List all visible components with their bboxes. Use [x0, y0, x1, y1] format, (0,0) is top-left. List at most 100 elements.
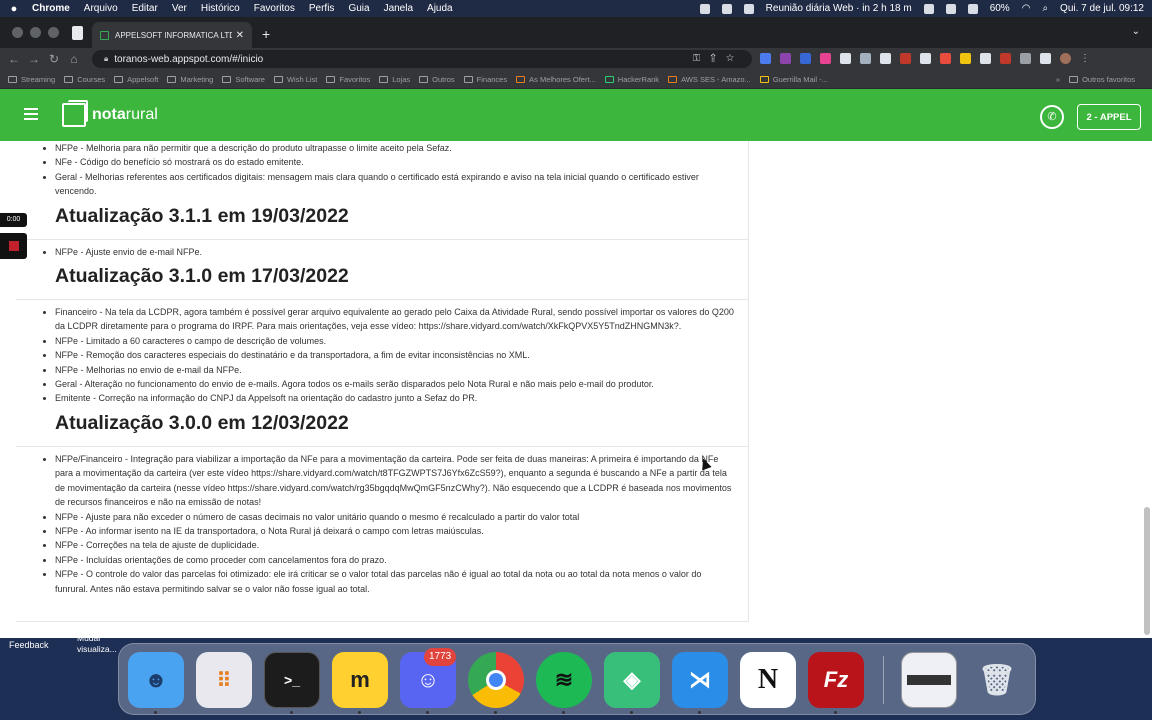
bookmark-folder[interactable]: Lojas: [379, 75, 410, 84]
extension-icon[interactable]: [920, 53, 931, 64]
bookmark-folder[interactable]: Streaming: [8, 75, 55, 84]
bookmark-folder[interactable]: Appelsoft: [114, 75, 158, 84]
whatsapp-icon[interactable]: ✆: [1040, 105, 1064, 129]
calendar-meeting[interactable]: Reunião diária Web · in 2 h 18 m: [766, 3, 912, 14]
extension-icon[interactable]: [900, 53, 911, 64]
filezilla-icon[interactable]: Fz: [808, 652, 864, 708]
home-icon[interactable]: ⌂: [64, 52, 84, 66]
bookmark-link[interactable]: HackerRank: [604, 75, 659, 84]
divider: [16, 445, 748, 447]
bookmark-folder[interactable]: Software: [222, 75, 265, 84]
feedback-link[interactable]: Feedback: [9, 640, 49, 650]
notarural-logo[interactable]: notarural: [92, 106, 158, 124]
reload-icon[interactable]: ↻: [44, 52, 64, 66]
puzzle-icon[interactable]: [1020, 53, 1031, 64]
more-menu-icon[interactable]: ⋮: [1080, 53, 1091, 64]
new-tab-button[interactable]: +: [262, 26, 270, 42]
extension-icon[interactable]: [780, 53, 791, 64]
lock-icon[interactable]: 🔒︎: [104, 54, 108, 64]
sidebar-icon[interactable]: [1040, 53, 1051, 64]
address-bar[interactable]: 🔒︎ toranos-web.appspot.com/#/inicio ⚿⇪☆: [92, 50, 752, 68]
bookmark-folder[interactable]: Marketing: [167, 75, 213, 84]
status-icon[interactable]: [967, 3, 978, 14]
menu-item-guia[interactable]: Guia: [348, 3, 369, 14]
battery-percent[interactable]: 60%: [990, 3, 1010, 14]
extension-icon[interactable]: [820, 53, 831, 64]
running-indicator: [630, 711, 633, 714]
menu-item-perfis[interactable]: Perfis: [309, 3, 335, 14]
zoom-window-button[interactable]: [48, 27, 59, 38]
running-indicator: [494, 711, 497, 714]
finder-icon[interactable]: ☻: [128, 652, 184, 708]
extension-icon[interactable]: [880, 53, 891, 64]
close-tab-icon[interactable]: ✕: [236, 30, 244, 41]
bookmark-folder[interactable]: Favoritos: [326, 75, 370, 84]
wifi-icon[interactable]: ◠: [1022, 3, 1031, 14]
user-company-button[interactable]: 2 - APPEL: [1077, 104, 1141, 130]
bookmark-link[interactable]: AWS SES - Amazo...: [668, 75, 751, 84]
extension-icon[interactable]: [940, 53, 951, 64]
folder-icon: [114, 75, 124, 83]
tab-title: APPELSOFT INFORMATICA LTDA: [115, 30, 232, 40]
bookmark-folder[interactable]: Finances: [463, 75, 507, 84]
back-icon[interactable]: ←: [4, 52, 24, 66]
bookmark-favicon-icon: [759, 75, 769, 83]
chrome-icon[interactable]: [468, 652, 524, 708]
page-scrollbar[interactable]: [1144, 507, 1150, 635]
extension-icon[interactable]: [980, 53, 991, 64]
pinned-tab[interactable]: [72, 26, 83, 40]
menu-item-ajuda[interactable]: Ajuda: [427, 3, 453, 14]
spotify-icon[interactable]: ≋: [536, 652, 592, 708]
terminal-icon[interactable]: >_: [264, 652, 320, 708]
close-window-button[interactable]: [12, 27, 23, 38]
menu-item-historico[interactable]: Histórico: [201, 3, 240, 14]
bookmark-folder[interactable]: Courses: [64, 75, 105, 84]
menu-item-ver[interactable]: Ver: [172, 3, 187, 14]
bookmark-folder[interactable]: Outros: [419, 75, 455, 84]
hamburger-menu-icon[interactable]: [24, 108, 38, 120]
status-icon[interactable]: [743, 3, 754, 14]
extension-icon[interactable]: [760, 53, 771, 64]
miro-icon[interactable]: m: [332, 652, 388, 708]
extension-icon[interactable]: [840, 53, 851, 64]
status-icon[interactable]: [699, 3, 710, 14]
minimized-window-icon[interactable]: [901, 652, 957, 708]
profile-avatar[interactable]: [1060, 53, 1071, 64]
other-bookmarks[interactable]: Outros favoritos: [1069, 75, 1135, 84]
bookmark-link[interactable]: Guerrilla Mail -...: [759, 75, 828, 84]
menu-item-janela[interactable]: Janela: [384, 3, 413, 14]
status-icon[interactable]: [721, 3, 732, 14]
bookmarks-overflow-icon[interactable]: »: [1056, 75, 1060, 84]
changelog-list: NFPe - Ajuste envio de e-mail NFPe.: [16, 245, 748, 259]
notarural-logo-icon[interactable]: [62, 100, 88, 127]
menu-item-favoritos[interactable]: Favoritos: [254, 3, 295, 14]
menu-item-arquivo[interactable]: Arquivo: [84, 3, 118, 14]
trash-icon[interactable]: 🗑︎: [969, 652, 1025, 708]
apple-menu-icon[interactable]: ●: [8, 3, 20, 15]
clock[interactable]: Qui. 7 de jul. 09:12: [1060, 3, 1144, 14]
notion-icon[interactable]: N: [740, 652, 796, 708]
list-item: NFPe/Financeiro - Integração para viabil…: [55, 452, 736, 510]
extension-icon[interactable]: [800, 53, 811, 64]
appelsoft-icon[interactable]: ◈: [604, 652, 660, 708]
change-view-link[interactable]: Mudar visualiza...: [77, 633, 117, 655]
bookmark-link[interactable]: As Melhores Ofert...: [516, 75, 596, 84]
active-tab[interactable]: APPELSOFT INFORMATICA LTDA ✕: [92, 22, 252, 48]
vscode-icon[interactable]: ⋊: [672, 652, 728, 708]
forward-icon[interactable]: →: [24, 52, 44, 66]
status-icon[interactable]: [945, 3, 956, 14]
menu-item-editar[interactable]: Editar: [132, 3, 158, 14]
status-icon[interactable]: [923, 3, 934, 14]
extension-icon[interactable]: [860, 53, 871, 64]
extension-icon[interactable]: [960, 53, 971, 64]
minimize-window-button[interactable]: [30, 27, 41, 38]
launchpad-icon[interactable]: ⠿: [196, 652, 252, 708]
running-indicator: [698, 711, 701, 714]
search-icon[interactable]: ⌕: [1042, 3, 1048, 14]
stop-recording-button[interactable]: [0, 233, 27, 259]
tab-search-icon[interactable]: ⌄: [1132, 26, 1140, 37]
omnibox-actions[interactable]: ⚿⇪☆: [693, 53, 744, 64]
menu-app-name[interactable]: Chrome: [32, 3, 70, 14]
bookmark-folder[interactable]: Wish List: [273, 75, 317, 84]
extension-icon[interactable]: [1000, 53, 1011, 64]
